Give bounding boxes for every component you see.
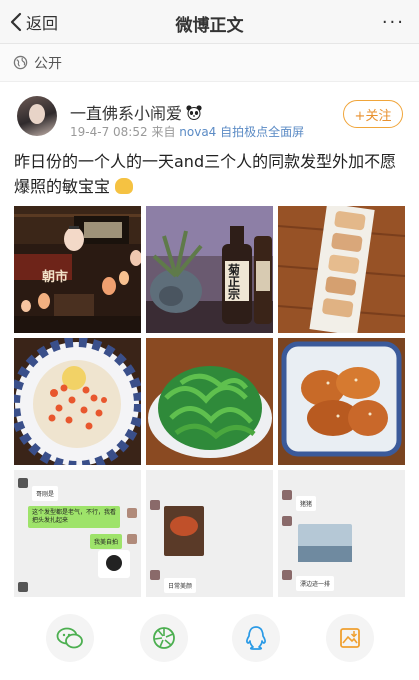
chat-bubble: 漂边迹一排 <box>296 576 335 591</box>
photo-1[interactable]: 朝市 <box>14 206 141 333</box>
visibility-row: 公开 <box>0 44 419 82</box>
chat-bubble: 哥刚是 <box>32 486 59 501</box>
chat-avatar-icon <box>127 534 137 544</box>
wechat-icon <box>56 627 83 649</box>
photo-7[interactable]: 哥刚是 这个发型都是老气，不行，我看把头发扎起来 我美自拍 <box>14 470 141 597</box>
chat-avatar-icon <box>150 570 160 580</box>
username[interactable]: 一直佛系小闹爱 <box>70 100 202 124</box>
share-toolbar <box>0 600 419 680</box>
page-title: 微博正文 <box>175 16 244 36</box>
photo-3[interactable] <box>278 206 405 333</box>
post-meta: 19-4-7 08:52 来自 nova4 自拍极点全面屏 <box>70 123 304 140</box>
photo-5-image <box>146 338 273 465</box>
photo-6-image <box>278 338 405 465</box>
cat-emoji-icon <box>115 178 134 194</box>
chat-avatar-icon <box>18 582 28 592</box>
photo-1-sign: 朝市 <box>42 270 69 285</box>
chat-bubble: 我美自拍 <box>90 534 123 549</box>
nav-bar: 返回 微博正文 ··· <box>0 0 419 44</box>
chat-image-icon <box>164 506 204 556</box>
username-text: 一直佛系小闹爱 <box>70 104 183 123</box>
save-image-button[interactable] <box>326 614 374 662</box>
visibility-label: 公开 <box>34 55 62 72</box>
photo-5[interactable] <box>146 338 273 465</box>
device-link[interactable]: nova4 自拍极点全面屏 <box>179 125 304 139</box>
photo-4[interactable] <box>14 338 141 465</box>
chat-avatar-icon <box>282 570 292 580</box>
more-button[interactable]: ··· <box>382 12 405 33</box>
qq-icon <box>246 626 266 650</box>
photo-grid: 朝市 菊正宗 哥刚是 这个发型都是老气，不行，我看把头发扎起来 我美自拍 日常美… <box>14 206 406 598</box>
avatar[interactable] <box>17 96 57 136</box>
chat-bubble: 猪猪 <box>296 496 317 511</box>
share-qq-button[interactable] <box>232 614 280 662</box>
photo-2-image <box>146 206 273 333</box>
photo-8[interactable]: 日常美颜 <box>146 470 273 597</box>
share-wechat-button[interactable] <box>46 614 94 662</box>
photo-2-label: 菊正宗 <box>228 263 241 301</box>
photo-6[interactable] <box>278 338 405 465</box>
photo-3-image <box>278 206 405 333</box>
follow-button[interactable]: +关注 <box>343 100 403 128</box>
post-header: 一直佛系小闹爱 19-4-7 08:52 来自 nova4 自拍极点全面屏 +关… <box>0 82 419 146</box>
chat-bubble: 这个发型都是老气，不行，我看把头发扎起来 <box>28 506 120 528</box>
panda-sticker-icon <box>98 550 130 578</box>
photo-9[interactable]: 猪猪 漂边迹一排 <box>278 470 405 597</box>
globe-icon <box>13 55 28 70</box>
panda-emoji-icon <box>186 104 202 120</box>
share-moments-button[interactable] <box>140 614 188 662</box>
chat-image-icon <box>298 524 352 562</box>
chat-avatar-icon <box>282 516 292 526</box>
photo-2[interactable]: 菊正宗 <box>146 206 273 333</box>
source-prefix: 来自 <box>151 125 176 139</box>
chat-avatar-icon <box>282 490 292 500</box>
chat-avatar-icon <box>150 500 160 510</box>
photo-1-image <box>14 206 141 333</box>
chat-avatar-icon <box>18 478 28 488</box>
save-image-icon <box>340 628 360 648</box>
post-text: 昨日份的一个人的一天and三个人的同款发型外加不愿爆照的敏宝宝 <box>14 149 408 199</box>
post-time: 19-4-7 08:52 <box>70 125 148 139</box>
chat-avatar-icon <box>127 508 137 518</box>
chat-bubble: 日常美颜 <box>164 578 197 593</box>
photo-4-image <box>14 338 141 465</box>
post-text-content: 昨日份的一个人的一天and三个人的同款发型外加不愿爆照的敏宝宝 <box>14 152 397 196</box>
moments-icon <box>153 627 175 649</box>
